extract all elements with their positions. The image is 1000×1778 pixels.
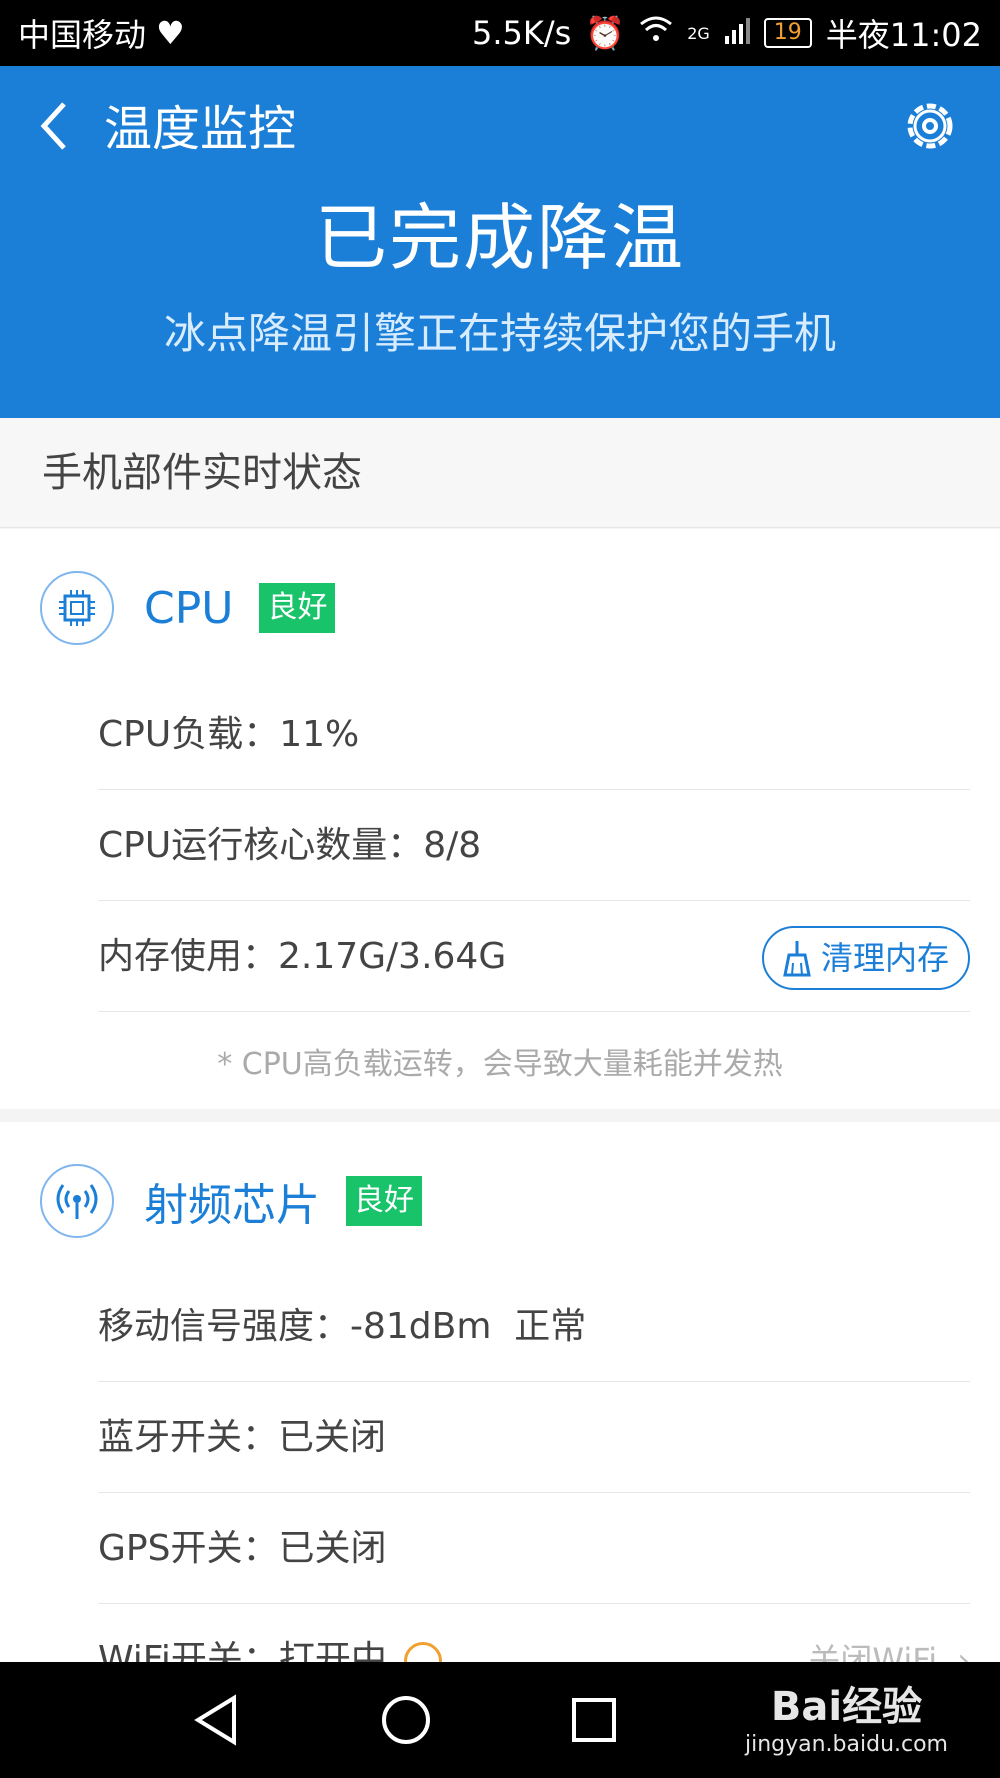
gear-icon[interactable] [900,96,960,156]
memory-usage-text: 内存使用：2.17G/3.64G [98,936,507,977]
status-headline: 已完成降温 [314,196,685,280]
bluetooth-row: 蓝牙开关：已关闭 [98,1383,970,1493]
page-title: 温度监控 [104,101,297,157]
watermark-url: jingyan.baidu.com [744,1732,948,1757]
rf-card: 射频芯片 良好 移动信号强度：-81dBm 正常 蓝牙开关：已关闭 GPS开关：… [0,1122,1000,1680]
cell-signal-icon [724,14,750,52]
carrier-label: 中国移动 [18,16,147,54]
nav-back-icon[interactable] [188,1690,248,1750]
rf-card-title: 射频芯片 [144,1180,320,1231]
nav-home-icon[interactable] [376,1690,436,1750]
battery-level: 19 [763,18,812,48]
network-speed: 5.5K/s [472,14,572,52]
cpu-note: * CPU高负载运转，会导致大量耗能并发热 [217,1047,783,1082]
clean-memory-label: 清理内存 [820,939,949,977]
notification-icon: ♥ [156,14,185,52]
status-subline: 冰点降温引擎正在持续保护您的手机 [163,309,836,358]
wifi-signal-icon [639,14,673,52]
system-nav-bar: Bai经验 jingyan.baidu.com [0,1662,1000,1778]
cpu-load-text: CPU负载：11% [98,714,360,755]
broom-icon [783,941,811,977]
radio-signal-icon [40,1164,114,1238]
back-arrow-icon[interactable] [36,94,76,158]
cpu-cores-row: CPU运行核心数量：8/8 [98,791,970,901]
cpu-load-row: CPU负载：11% [98,680,970,790]
section-title: 手机部件实时状态 [0,418,1000,528]
cpu-card-title: CPU [144,582,234,634]
baidu-watermark: Bai经验 jingyan.baidu.com [745,1674,948,1757]
signal-strength-row: 移动信号强度：-81dBm 正常 [98,1272,970,1382]
cpu-cores-text: CPU运行核心数量：8/8 [98,825,482,866]
cpu-status-badge: 良好 [259,583,336,633]
gps-text: GPS开关：已关闭 [98,1528,387,1569]
alarm-icon: ⏰ [585,14,626,52]
network-type: 2G [687,23,710,43]
app-header: 温度监控 已完成降温 冰点降温引擎正在持续保护您的手机 [0,66,1000,418]
signal-strength-text: 移动信号强度：-81dBm 正常 [98,1306,587,1347]
clock: 半夜11:02 [825,16,982,54]
memory-usage-row: 内存使用：2.17G/3.64G 清理内存 [98,902,970,1012]
cpu-chip-icon [40,571,114,645]
nav-recents-icon[interactable] [564,1690,624,1750]
gps-row: GPS开关：已关闭 [98,1494,970,1604]
watermark-brand: Bai经验 [770,1684,923,1730]
cpu-card: CPU 良好 CPU负载：11% CPU运行核心数量：8/8 内存使用：2.17… [0,529,1000,1109]
bluetooth-text: 蓝牙开关：已关闭 [98,1417,387,1458]
rf-status-badge: 良好 [346,1176,422,1226]
clean-memory-button[interactable]: 清理内存 [762,926,970,990]
status-bar: 中国移动 ♥ 5.5K/s ⏰ 2G 19 半夜11:02 [0,0,1000,66]
